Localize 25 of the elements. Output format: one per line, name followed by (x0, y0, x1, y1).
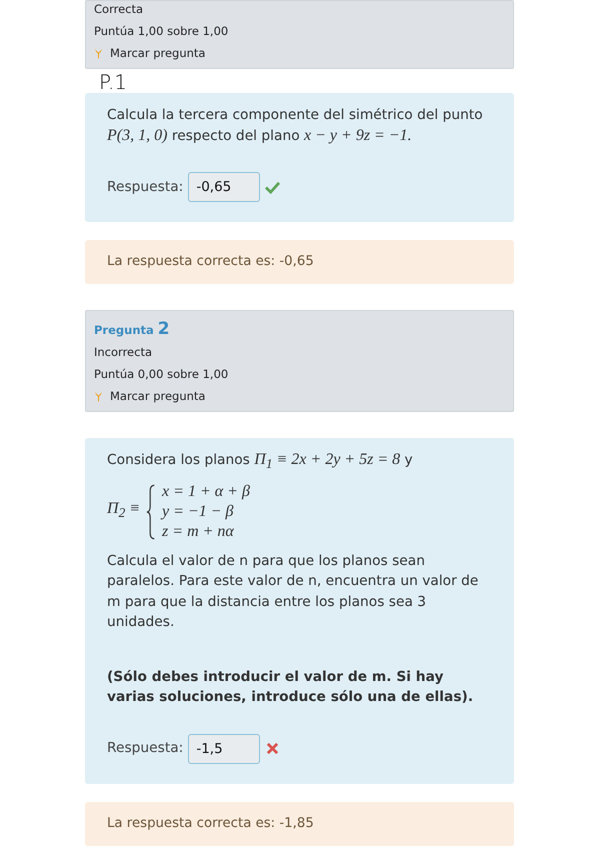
handwritten-note: P.1 (99, 71, 128, 93)
equation-line: x = 1 + α + β (162, 482, 250, 502)
flag-icon[interactable] (94, 48, 103, 58)
equation-label: Π$_{2}$ ≡ (107, 499, 140, 523)
equation-line: y = −1 − β (162, 502, 234, 522)
question-text: Considera los planos Π$_{1}$ ≡ 2x + 2y + 5z = 8 y (107, 450, 414, 474)
answer-field[interactable]: -0,65 (188, 172, 260, 202)
question-text: Calcula la tercera componente del simétrico del punto P(3, 1, 0) respecto del plano x − y + 9z = −1. (107, 106, 484, 146)
question-label: Pregunta (94, 323, 154, 337)
answer-label: Respuesta: (107, 178, 184, 197)
question-score: Puntúa 1,00 sobre 1,00 (94, 24, 230, 38)
instruction-text: (Sólo debes introducir el valor de m. Si hay varias soluciones, introduce sólo una de ellas). (107, 668, 474, 708)
flag-icon[interactable] (94, 390, 103, 402)
question-status: Incorrecta (94, 345, 153, 359)
question-status: Correcta (94, 2, 144, 16)
correct-answer-text: La respuesta correcta es: -0,65 (107, 254, 314, 269)
answer-field[interactable]: -1,5 (188, 734, 260, 764)
correct-answer-text: La respuesta correcta es: -1,85 (107, 816, 314, 831)
question-text: Calcula el valor de n para que los planos sean paralelos. Para este valor de n, encuentra un valor de m para que la distancia entre los planos sea 3 unidades. (107, 552, 480, 632)
answer-label: Respuesta: (107, 739, 184, 758)
equation-line: z = m + nα (162, 522, 235, 542)
flag-question-link[interactable]: Marcar pregunta (110, 389, 206, 403)
question-score: Puntúa 0,00 sobre 1,00 (94, 367, 230, 381)
flag-question-link[interactable]: Marcar pregunta (110, 46, 206, 60)
question-number: 2 (158, 319, 170, 339)
